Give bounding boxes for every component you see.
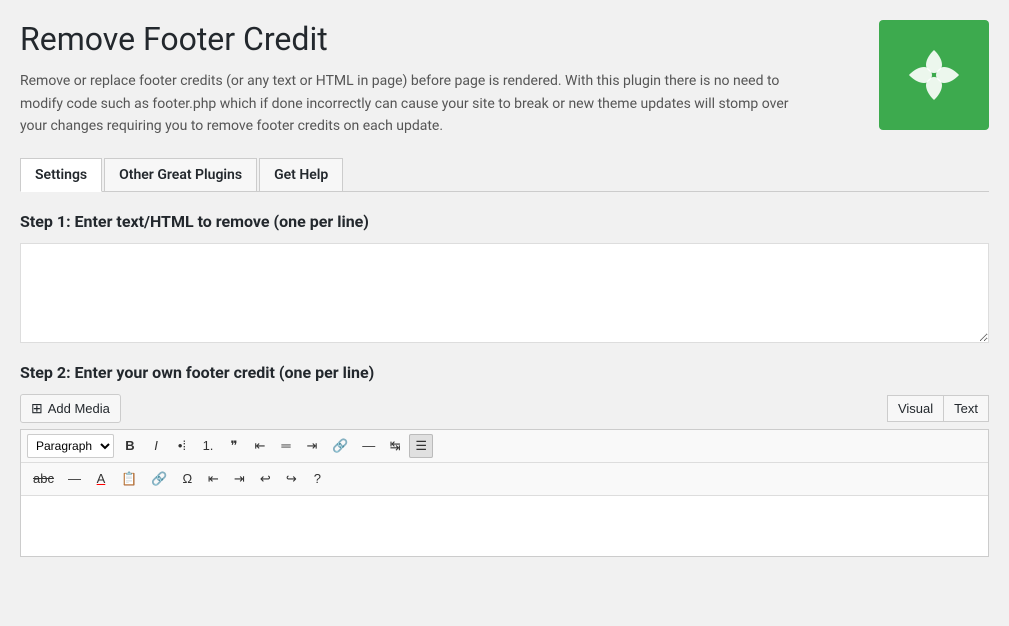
page-title: Remove Footer Credit <box>20 20 859 58</box>
visual-button[interactable]: Visual <box>887 395 943 422</box>
align-right-button[interactable]: ⇥ <box>300 434 324 458</box>
step2-section: Step 2: Enter your own footer credit (on… <box>20 363 989 557</box>
tab-settings[interactable]: Settings <box>20 158 102 192</box>
unordered-list-button[interactable]: •⁞ <box>170 434 194 458</box>
add-media-icon: ⊞ <box>31 400 43 417</box>
tabs-list: Settings Other Great Plugins Get Help <box>20 158 989 191</box>
tabs-container: Settings Other Great Plugins Get Help <box>20 158 989 192</box>
step1-heading: Step 1: Enter text/HTML to remove (one p… <box>20 212 989 231</box>
add-media-button[interactable]: ⊞ Add Media <box>20 394 121 423</box>
visual-text-buttons: Visual Text <box>887 395 989 422</box>
toolbar-row2: abc — A 📋 🔗 Ω ⇤ ⇥ ↩ ↪ ? <box>21 463 988 496</box>
plugin-logo-icon <box>904 45 964 105</box>
bold-button[interactable]: B <box>118 434 142 458</box>
special-chars-button[interactable]: Ω <box>175 467 199 491</box>
indent-button[interactable]: ⇥ <box>227 467 251 491</box>
text-button[interactable]: Text <box>943 395 989 422</box>
tab-get-help[interactable]: Get Help <box>259 158 343 191</box>
plugin-logo <box>879 20 989 130</box>
text-color-button[interactable]: A <box>89 467 113 491</box>
tab-get-help-link[interactable]: Get Help <box>260 159 342 191</box>
content-section: Step 1: Enter text/HTML to remove (one p… <box>20 212 989 557</box>
tab-settings-link[interactable]: Settings <box>21 159 101 191</box>
align-left-button[interactable]: ⇤ <box>248 434 272 458</box>
strikethrough-button[interactable]: abc <box>27 467 60 491</box>
fullscreen-button[interactable]: ↹ <box>383 434 407 458</box>
insert-more-button[interactable]: ― <box>356 434 381 458</box>
show-toolbar-button[interactable]: ☰ <box>409 434 433 458</box>
tab-other-plugins-link[interactable]: Other Great Plugins <box>105 159 256 191</box>
outdent-button[interactable]: ⇤ <box>201 467 225 491</box>
header-text: Remove Footer Credit Remove or replace f… <box>20 20 879 138</box>
paste-word-button[interactable]: 📋 <box>115 467 143 491</box>
step1-textarea[interactable] <box>20 243 989 343</box>
add-media-bar: ⊞ Add Media Visual Text <box>20 394 989 423</box>
header-section: Remove Footer Credit Remove or replace f… <box>20 20 989 138</box>
paragraph-select[interactable]: Paragraph Heading 1 Heading 2 Heading 3 … <box>27 434 114 458</box>
toolbar-row1: Paragraph Heading 1 Heading 2 Heading 3 … <box>21 430 988 463</box>
remove-format-button[interactable]: 🔗 <box>145 467 173 491</box>
editor-wrapper: Paragraph Heading 1 Heading 2 Heading 3 … <box>20 429 989 557</box>
help-button[interactable]: ? <box>305 467 329 491</box>
align-center-button[interactable]: ═ <box>274 434 298 458</box>
tab-other-great-plugins[interactable]: Other Great Plugins <box>104 158 257 191</box>
blockquote-button[interactable]: ❞ <box>222 434 246 458</box>
link-button[interactable]: 🔗 <box>326 434 354 458</box>
step1-section: Step 1: Enter text/HTML to remove (one p… <box>20 212 989 343</box>
step2-heading: Step 2: Enter your own footer credit (on… <box>20 363 989 382</box>
add-media-label: Add Media <box>48 401 110 416</box>
ordered-list-button[interactable]: 1. <box>196 434 220 458</box>
undo-button[interactable]: ↩ <box>253 467 277 491</box>
editor-content[interactable] <box>21 496 988 556</box>
hr-button[interactable]: — <box>62 467 87 491</box>
italic-button[interactable]: I <box>144 434 168 458</box>
page-description: Remove or replace footer credits (or any… <box>20 70 800 137</box>
redo-button[interactable]: ↪ <box>279 467 303 491</box>
